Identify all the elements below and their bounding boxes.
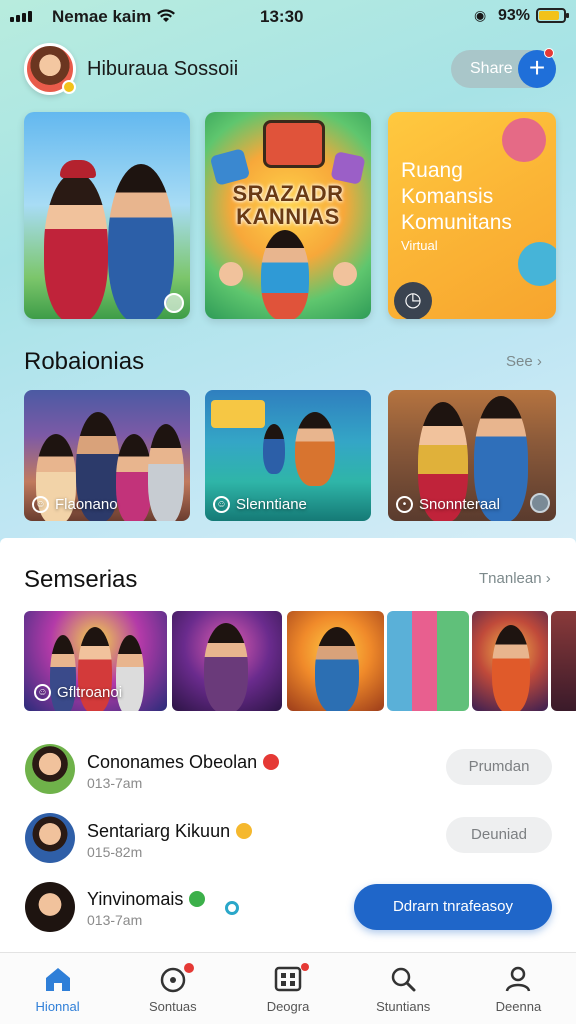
- nav-label: Hionnal: [35, 999, 80, 1014]
- avatar[interactable]: [25, 744, 75, 794]
- activity-time: 013-7am: [87, 775, 143, 791]
- nav-item-grid[interactable]: Deogra: [230, 953, 345, 1024]
- grid-icon: [274, 966, 302, 992]
- nav-item-status[interactable]: Sontuas: [115, 953, 230, 1024]
- wifi-icon: [156, 8, 176, 29]
- recommendation-label: ☺ Flaonano: [32, 496, 118, 513]
- recommendations-see-all[interactable]: See ›: [506, 353, 542, 370]
- people-icon: ☺: [34, 684, 51, 701]
- featured-badge-icon: [164, 293, 184, 313]
- signal-icon: [10, 11, 32, 22]
- status-ring-icon: [225, 901, 239, 915]
- user-avatar[interactable]: [24, 43, 76, 95]
- series-thumbnail[interactable]: [172, 611, 282, 711]
- series-title: Semserias: [24, 566, 138, 593]
- series-label: ☺ Gfltroanoi: [34, 684, 122, 701]
- eye-icon: ◉: [474, 7, 487, 23]
- online-icon: [189, 891, 206, 907]
- see-all-label: Tnanlean: [479, 570, 542, 587]
- series-thumbnail[interactable]: [551, 611, 576, 711]
- recommendations-title: Robaionias: [24, 348, 145, 375]
- community-title: Ruang Komansis Komunitans: [401, 159, 512, 234]
- featured-title: SRAZADR KANNIAS: [232, 181, 344, 230]
- activity-name: Cononames Obeolan: [87, 752, 280, 773]
- bottom-nav: Hionnal Sontuas Deogra Stuntians Deenna: [0, 952, 576, 1024]
- activity-time: 013-7am: [87, 912, 143, 928]
- activity-button[interactable]: Prumdan: [446, 749, 552, 785]
- activity-button[interactable]: Deuniad: [446, 817, 552, 853]
- status-time: 13:30: [260, 7, 304, 26]
- series-see-all[interactable]: Tnanlean ›: [479, 570, 551, 587]
- see-all-label: See: [506, 353, 533, 370]
- recommendation-label: • Snonnteraal: [396, 496, 500, 513]
- featured-card-community[interactable]: Ruang Komansis Komunitans Virtual ◷: [388, 112, 556, 319]
- series-thumbnail[interactable]: [387, 611, 469, 711]
- avatar-badge: [62, 80, 76, 94]
- profile-icon: [506, 966, 531, 992]
- notification-dot: [544, 48, 554, 58]
- notification-dot: [184, 963, 195, 973]
- series-thumbnail[interactable]: ☺ Gfltroanoi: [24, 611, 167, 711]
- battery-percent: 93%: [498, 7, 531, 24]
- featured-card-couple[interactable]: [24, 112, 190, 319]
- activity-name: Yinvinomais: [87, 889, 206, 910]
- avatar[interactable]: [25, 882, 75, 932]
- recommendation-card[interactable]: • Snonnteraal: [388, 390, 556, 521]
- nav-label: Deenna: [495, 999, 542, 1014]
- featured-card-kannias[interactable]: SRAZADR KANNIAS: [205, 112, 371, 319]
- nav-label: Deogra: [266, 999, 310, 1014]
- avatar[interactable]: [25, 813, 75, 863]
- people-icon: ☺: [213, 496, 230, 513]
- share-label: Share: [470, 60, 513, 77]
- clock-icon: ◷: [394, 282, 432, 319]
- chevron-right-icon: ›: [536, 353, 542, 370]
- home-icon: [45, 968, 70, 991]
- nav-label: Sontuas: [148, 999, 197, 1014]
- recommendation-label: ☺ Slenntiane: [213, 496, 307, 513]
- community-subtitle: Virtual: [401, 238, 438, 253]
- activity-name: Sentariarg Kikuun: [87, 821, 253, 842]
- series-thumbnail[interactable]: [472, 611, 548, 711]
- app-title: Hiburaua Sossoii: [87, 58, 239, 80]
- heart-icon: [263, 754, 280, 770]
- nav-item-home[interactable]: Hionnal: [0, 953, 115, 1024]
- search-icon: [391, 967, 416, 992]
- people-icon: ☺: [32, 496, 49, 513]
- battery-icon: [536, 8, 569, 23]
- activity-time: 015-82m: [87, 844, 143, 860]
- nav-item-search[interactable]: Stuntians: [346, 953, 461, 1024]
- carrier-name: Nemae kaim: [52, 7, 152, 26]
- recommendation-card[interactable]: ☺ Slenntiane: [205, 390, 371, 521]
- recommendation-card[interactable]: ☺ Flaonano: [24, 390, 190, 521]
- smile-icon: [236, 823, 253, 839]
- chevron-right-icon: ›: [545, 570, 551, 587]
- play-icon: •: [396, 496, 413, 513]
- share-button[interactable]: Share +: [451, 48, 556, 88]
- nav-label: Stuntians: [376, 999, 431, 1014]
- status-bar: Nemae kaim 13:30 ◉ 93%: [0, 0, 576, 34]
- notification-dot: [301, 963, 310, 971]
- primary-action-button[interactable]: Ddrarn tnrafeasoy: [354, 884, 552, 930]
- series-thumbnail[interactable]: [287, 611, 384, 711]
- nav-item-profile[interactable]: Deenna: [461, 953, 576, 1024]
